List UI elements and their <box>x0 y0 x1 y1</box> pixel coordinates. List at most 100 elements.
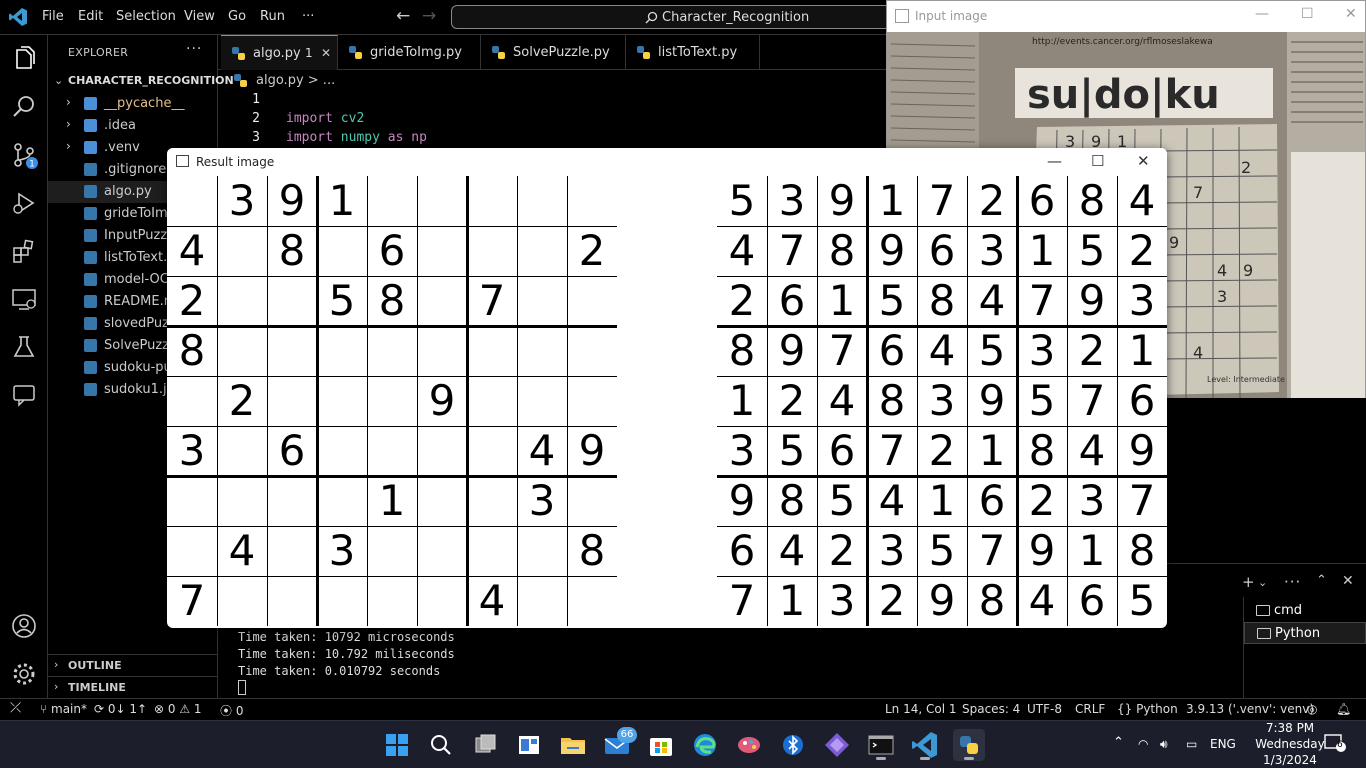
sudoku-cell: 8 <box>978 576 1006 625</box>
wifi-icon[interactable]: ◠ <box>1138 737 1148 751</box>
testing-flask-icon[interactable] <box>10 333 38 361</box>
cursor-position[interactable]: Ln 14, Col 1 <box>885 702 957 716</box>
problems-indicator[interactable]: ⊗ 0 ⚠ 1 <box>154 702 202 716</box>
account-icon[interactable] <box>10 612 38 640</box>
close-icon[interactable]: ✕ <box>321 46 331 60</box>
sudoku-cell <box>267 476 317 526</box>
battery-icon[interactable]: ▭ <box>1186 737 1197 751</box>
svg-text:2: 2 <box>1241 158 1251 177</box>
encoding[interactable]: UTF-8 <box>1027 702 1062 716</box>
task-view-button[interactable] <box>469 729 501 761</box>
new-terminal-icon[interactable]: + <box>1242 573 1255 591</box>
tab-gridetoimg-py[interactable]: grideToImg.py <box>338 35 481 70</box>
indentation[interactable]: Spaces: 4 <box>962 702 1020 716</box>
menu-more[interactable]: ··· <box>302 9 314 24</box>
grid-line <box>167 526 617 527</box>
result-image-window[interactable]: Result image — ☐ ✕ 391486225878293649134… <box>167 148 1167 628</box>
sudoku-cell <box>567 476 617 526</box>
tree-folder[interactable]: › __pycache__ <box>48 93 218 115</box>
snipping-app[interactable] <box>733 729 765 761</box>
bluetooth-icon <box>783 735 803 755</box>
terminal-app[interactable] <box>865 729 897 761</box>
taskbar-search[interactable] <box>425 729 457 761</box>
language-indicator[interactable]: ENG <box>1210 737 1236 751</box>
edge-browser-app[interactable] <box>689 729 721 761</box>
extensions-icon[interactable] <box>10 237 38 265</box>
tab-listtotext-py[interactable]: listToText.py <box>626 35 760 70</box>
breadcrumb: algo.py > ... <box>218 70 886 92</box>
run-debug-icon[interactable] <box>10 189 38 217</box>
app-running-indicator <box>876 757 886 760</box>
visual-studio-app[interactable] <box>821 729 853 761</box>
command-center-search[interactable]: Character_Recognition <box>451 5 891 29</box>
remote-explorer-icon[interactable] <box>10 285 38 313</box>
sudoku-cell: 6 <box>878 326 906 375</box>
notification-center-icon[interactable]: 6 <box>1324 734 1346 752</box>
line-endings[interactable]: CRLF <box>1075 702 1105 716</box>
menu-edit[interactable]: Edit <box>78 9 103 24</box>
close-panel-icon[interactable]: ✕ <box>1342 573 1354 589</box>
breadcrumb-path[interactable]: algo.py > ... <box>256 73 335 88</box>
chevron-down-icon[interactable]: ⌄ <box>1258 576 1267 589</box>
sudoku-cell: 2 <box>778 376 806 425</box>
outline-section[interactable]: › OUTLINE <box>48 654 218 676</box>
close-icon[interactable]: ✕ <box>1345 6 1357 22</box>
menu-view[interactable]: View <box>184 9 215 24</box>
volume-icon[interactable]: 🔊︎ <box>1160 737 1168 752</box>
timeline-section[interactable]: › TIMELINE <box>48 676 218 698</box>
search-icon[interactable] <box>10 93 38 121</box>
notifications-bell-icon[interactable]: 🔔︎ <box>1336 702 1351 716</box>
sync-indicator[interactable]: ⟳ 0↓ 1↑ <box>94 702 147 716</box>
grid-line <box>167 426 617 427</box>
sudoku-cell: 9 <box>978 376 1006 425</box>
more-actions-icon[interactable]: ··· <box>1284 573 1301 591</box>
clock-time[interactable]: 7:38 PM <box>1250 721 1330 735</box>
language-mode[interactable]: {} Python <box>1117 702 1178 716</box>
widgets-button[interactable] <box>513 729 545 761</box>
tab-algo-py[interactable]: algo.py 1 ✕ <box>221 35 338 70</box>
show-hidden-icons-icon[interactable]: ⌃ <box>1113 735 1124 750</box>
menu-go[interactable]: Go <box>228 9 246 24</box>
terminal-item-python[interactable]: Python <box>1244 622 1366 644</box>
settings-gear-icon[interactable] <box>10 660 38 688</box>
copilot-icon[interactable]: ◎ <box>1307 702 1317 716</box>
project-folder-header[interactable]: ⌄ CHARACTER_RECOGNITION <box>48 71 234 93</box>
python-interpreter[interactable]: 3.9.13 ('.venv': venv) <box>1186 702 1314 716</box>
line-number: 3 <box>252 130 260 145</box>
sudoku-cell: 8 <box>828 226 856 275</box>
visual-studio-icon <box>825 733 849 757</box>
maximize-panel-icon[interactable]: ⌃ <box>1316 573 1327 588</box>
ports-indicator[interactable]: ⦿ 0 <box>220 702 243 719</box>
bluetooth-app[interactable] <box>777 729 809 761</box>
menu-selection[interactable]: Selection <box>116 9 176 24</box>
back-arrow-icon[interactable]: ← <box>396 6 410 26</box>
vscode-logo-icon[interactable] <box>8 7 28 27</box>
chat-icon[interactable] <box>10 381 38 409</box>
remote-indicator-icon[interactable]: ⤫ <box>10 700 21 716</box>
file-explorer-app[interactable] <box>557 729 589 761</box>
window-title: Result image <box>196 155 275 169</box>
store-app[interactable] <box>645 729 677 761</box>
explorer-files-icon[interactable] <box>10 45 38 73</box>
forward-arrow-icon[interactable]: → <box>422 6 436 26</box>
source-control-icon[interactable]: 1 <box>10 141 38 169</box>
start-button[interactable] <box>381 729 413 761</box>
sudoku-cell: 4 <box>828 376 856 425</box>
minimize-icon[interactable]: — <box>1255 6 1269 22</box>
python-app[interactable] <box>953 729 985 761</box>
terminal-item-cmd[interactable]: cmd <box>1244 600 1366 622</box>
minimize-icon[interactable]: — <box>1047 152 1062 170</box>
close-icon[interactable]: ✕ <box>1137 152 1150 170</box>
menu-file[interactable]: File <box>42 9 64 24</box>
explorer-more-icon[interactable]: ··· <box>186 41 202 57</box>
branch-indicator[interactable]: ⑂ main* <box>40 702 87 716</box>
tree-folder[interactable]: › .idea <box>48 115 218 137</box>
tab-solvepuzzle-py[interactable]: SolvePuzzle.py <box>481 35 626 70</box>
grid-line <box>267 176 268 626</box>
maximize-icon[interactable]: ☐ <box>1301 6 1314 22</box>
menu-run[interactable]: Run <box>260 9 285 24</box>
maximize-icon[interactable]: ☐ <box>1091 152 1104 170</box>
vscode-app[interactable] <box>909 729 941 761</box>
code-editor[interactable]: 1 2 import cv2 3 import numpy as np <box>218 92 886 148</box>
clock-date[interactable]: 1/3/2024 <box>1250 753 1330 767</box>
